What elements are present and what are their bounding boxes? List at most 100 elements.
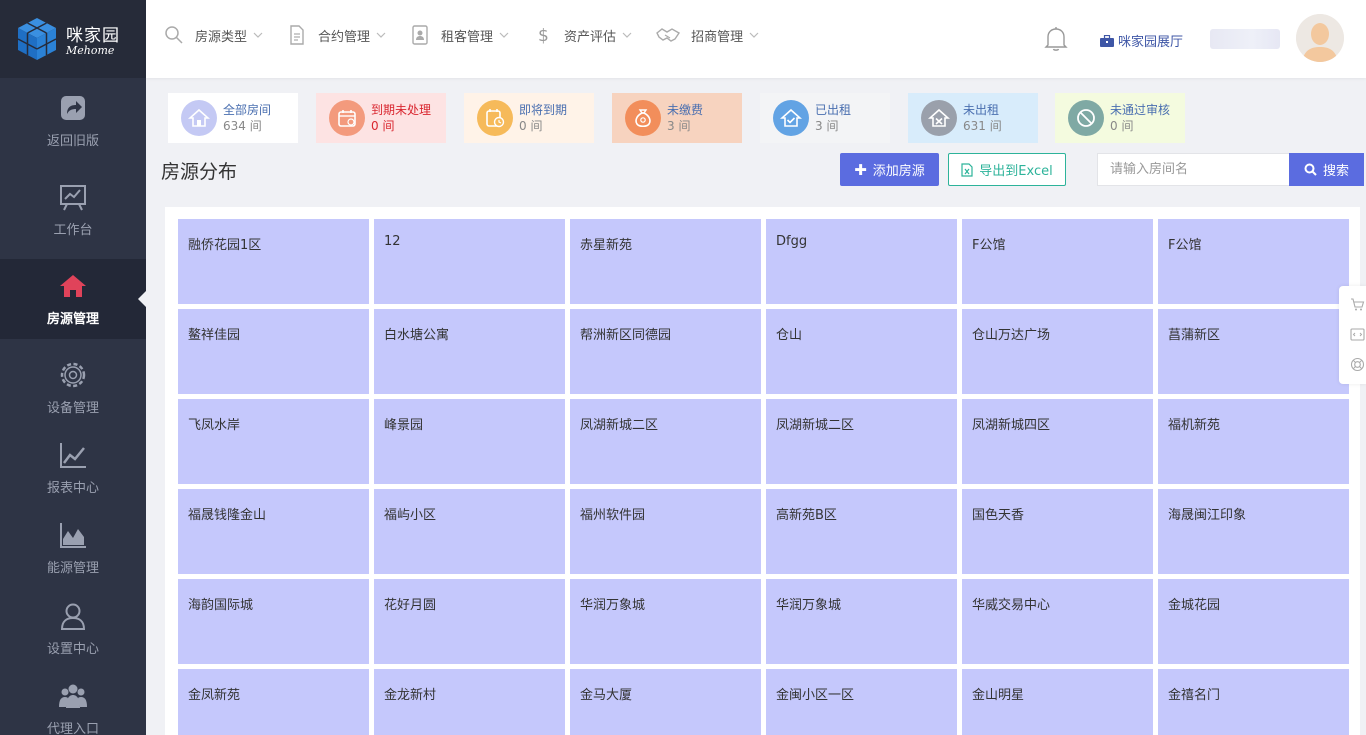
property-tile[interactable]: 金山明星 [962, 669, 1153, 735]
topnav-tenant[interactable]: 租客管理 [410, 25, 509, 45]
stat-count: 0 间 [519, 119, 543, 133]
house-x-icon [921, 100, 957, 136]
money-bag-icon [625, 100, 661, 136]
calendar-icon [329, 100, 365, 136]
gear-icon [60, 362, 86, 387]
property-tile[interactable]: 海韵国际城 [178, 579, 369, 664]
sidebar-item-settings[interactable]: 设置中心 [0, 589, 146, 669]
add-property-button[interactable]: ✚ 添加房源 [840, 153, 939, 186]
avatar[interactable] [1296, 14, 1344, 62]
chevron-down-icon [376, 32, 386, 38]
bell-icon[interactable] [1044, 26, 1068, 52]
property-tile[interactable]: 白水塘公寓 [374, 309, 565, 394]
briefcase-icon [1100, 34, 1114, 47]
avatar-silhouette-icon [1296, 14, 1344, 62]
property-tile[interactable]: 福州软件园 [570, 489, 761, 574]
property-tile[interactable]: 华润万象城 [570, 579, 761, 664]
top-menu: 房源类型 合约管理 租客管理 $ 资产评估 招商管理 [164, 25, 783, 45]
property-tile[interactable]: 国色天香 [962, 489, 1153, 574]
property-tile[interactable]: 金禧名门 [1158, 669, 1349, 735]
stat-label: 未通过审核 [1110, 103, 1171, 117]
group-icon [59, 684, 87, 708]
property-tile[interactable]: 菖蒲新区 [1158, 309, 1349, 394]
stat-label: 未缴费 [667, 103, 704, 117]
stat-count: 634 间 [223, 119, 262, 133]
room-search-input[interactable] [1097, 153, 1290, 186]
sidebar-item-device[interactable]: 设备管理 [0, 348, 146, 428]
property-tile[interactable]: 仓山万达广场 [962, 309, 1153, 394]
property-tile[interactable]: 融侨花园1区 [178, 219, 369, 304]
property-tile[interactable]: 华威交易中心 [962, 579, 1153, 664]
sidebar-item-back-old[interactable]: 返回旧版 [0, 81, 146, 161]
topnav-contract[interactable]: 合约管理 [287, 25, 386, 45]
stat-all-rooms[interactable]: 全部房间 634 间 [168, 93, 298, 143]
code-icon[interactable] [1350, 327, 1365, 342]
search-button-label: 搜索 [1322, 164, 1349, 179]
topnav-asset[interactable]: $ 资产评估 [533, 25, 632, 45]
topnav-label: 租客管理 [441, 29, 494, 45]
property-tile[interactable]: 福屿小区 [374, 489, 565, 574]
property-tile[interactable]: 华润万象城 [766, 579, 957, 664]
stat-count: 0 间 [1110, 119, 1134, 133]
topnav-investment[interactable]: 招商管理 [656, 25, 759, 45]
chevron-down-icon [499, 32, 509, 38]
property-tile[interactable]: 海晟闽江印象 [1158, 489, 1349, 574]
property-tile[interactable]: 赤星新苑 [570, 219, 761, 304]
stat-unpaid[interactable]: 未缴费 3 间 [612, 93, 742, 143]
stat-label: 已出租 [815, 103, 852, 117]
property-tile[interactable]: 鳌祥佳园 [178, 309, 369, 394]
property-tile[interactable]: 福晟钱隆金山 [178, 489, 369, 574]
property-tile[interactable]: 凤湖新城二区 [766, 399, 957, 484]
property-tile[interactable]: 凤湖新城二区 [570, 399, 761, 484]
property-tile[interactable]: 福机新苑 [1158, 399, 1349, 484]
sidebar-item-energy[interactable]: 能源管理 [0, 508, 146, 588]
area-chart-icon [60, 522, 86, 548]
lifebuoy-icon[interactable] [1350, 357, 1365, 372]
stat-rented[interactable]: 已出租 3 间 [760, 93, 890, 143]
stat-count: 631 间 [963, 119, 1002, 133]
property-tile[interactable]: 金闽小区一区 [766, 669, 957, 735]
topnav-property-type[interactable]: 房源类型 [164, 25, 263, 45]
excel-file-icon [961, 162, 973, 177]
sidebar-item-label: 设置中心 [46, 641, 99, 657]
property-tile[interactable]: 飞凤水岸 [178, 399, 369, 484]
dollar-icon: $ [538, 26, 549, 45]
property-tile[interactable]: 12 [374, 219, 565, 304]
property-tile[interactable]: 峰景园 [374, 399, 565, 484]
stat-unrented[interactable]: 未出租 631 间 [908, 93, 1038, 143]
stat-expiring[interactable]: 即将到期 0 间 [464, 93, 594, 143]
property-tile[interactable]: 高新苑B区 [766, 489, 957, 574]
username-redacted[interactable] [1210, 29, 1280, 49]
search-button[interactable]: 搜索 [1289, 153, 1364, 186]
chevron-down-icon [253, 32, 263, 38]
stat-label: 即将到期 [519, 103, 568, 117]
property-tile[interactable]: 金龙新村 [374, 669, 565, 735]
stat-count: 0 间 [371, 119, 395, 133]
property-tile[interactable]: 花好月圆 [374, 579, 565, 664]
sidebar-item-label: 设备管理 [46, 400, 99, 416]
sidebar-item-property[interactable]: 房源管理 [0, 259, 146, 339]
property-tile[interactable]: F公馆 [962, 219, 1153, 304]
property-tile[interactable]: 凤湖新城四区 [962, 399, 1153, 484]
sidebar-item-agent[interactable]: 代理入口 [0, 669, 146, 735]
showroom-label: 咪家园展厅 [1118, 35, 1184, 50]
brand-logo[interactable]: 咪家园 Mehome [0, 0, 146, 78]
property-tile[interactable]: F公馆 [1158, 219, 1349, 304]
stat-not-approved[interactable]: 未通过审核 0 间 [1055, 93, 1185, 143]
property-tile[interactable]: 金城花园 [1158, 579, 1349, 664]
topnav-label: 资产评估 [564, 29, 617, 45]
export-excel-button[interactable]: 导出到Excel [948, 153, 1066, 186]
house-icon [181, 100, 217, 136]
stat-expired[interactable]: 到期未处理 0 间 [316, 93, 446, 143]
property-tile[interactable]: 金凤新苑 [178, 669, 369, 735]
cart-icon[interactable] [1350, 297, 1365, 312]
property-tile[interactable]: 金马大厦 [570, 669, 761, 735]
sidebar-item-reports[interactable]: 报表中心 [0, 428, 146, 508]
sidebar-item-workbench[interactable]: 工作台 [0, 170, 146, 250]
property-tile[interactable]: 帮洲新区同德园 [570, 309, 761, 394]
top-bar: 房源类型 合约管理 租客管理 $ 资产评估 招商管理 咪家园展厅 [146, 0, 1366, 78]
chevron-down-icon [622, 32, 632, 38]
showroom-link[interactable]: 咪家园展厅 [1100, 31, 1183, 50]
property-tile[interactable]: 仓山 [766, 309, 957, 394]
property-tile[interactable]: Dfgg [766, 219, 957, 304]
